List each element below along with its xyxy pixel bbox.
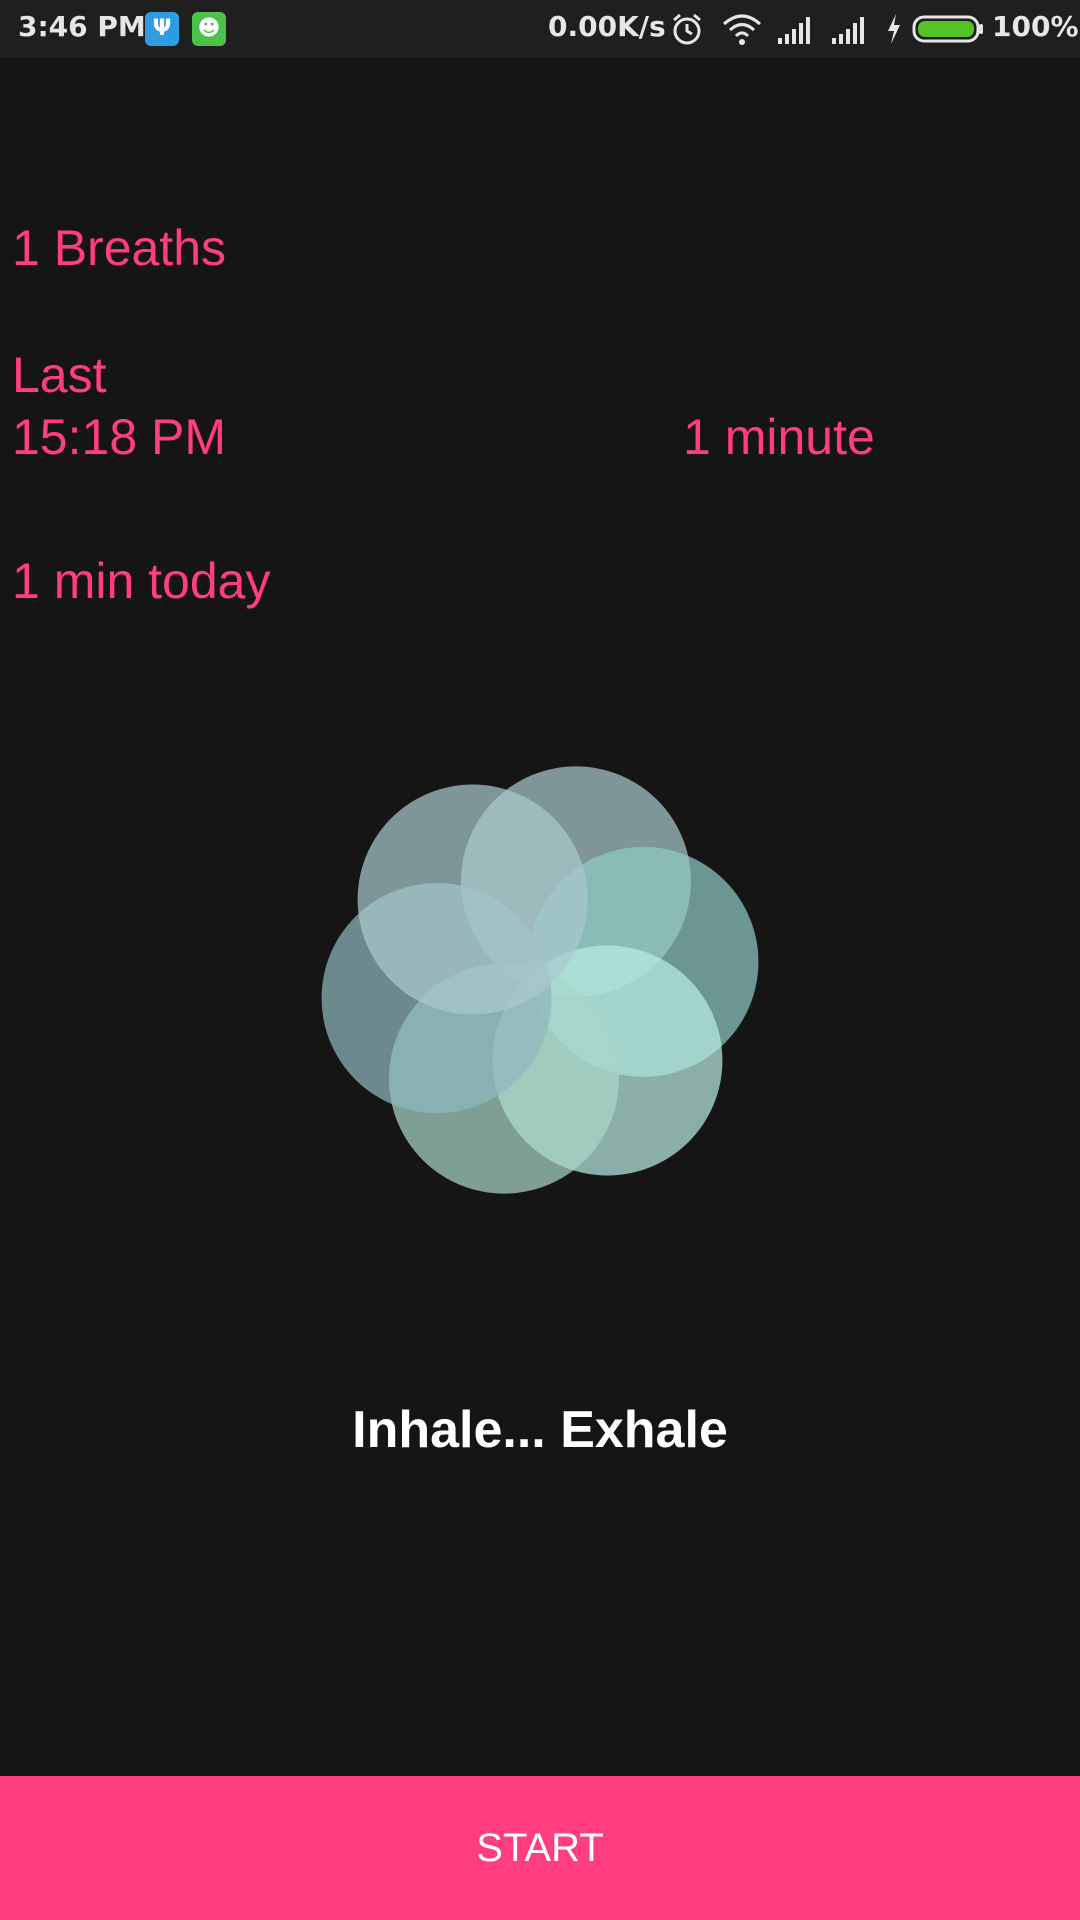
breaths-count: 1 Breaths	[12, 220, 227, 276]
breathing-prompt: Inhale... Exhale	[352, 1401, 728, 1459]
battery-percent: 100%	[992, 10, 1079, 43]
today-total: 1 min today	[12, 553, 271, 609]
flower-petal	[357, 784, 588, 1015]
network-speed: 0.00K/s	[548, 10, 666, 43]
wifi-icon	[722, 12, 762, 53]
status-time: 3:46 PM	[18, 10, 146, 43]
last-session-label: Last	[12, 347, 107, 403]
signal-icon	[830, 12, 870, 53]
signal-icon	[776, 12, 816, 53]
battery-icon	[912, 12, 986, 53]
charging-icon	[884, 12, 904, 53]
start-button[interactable]: START	[0, 1776, 1080, 1920]
last-session-duration: 1 minute	[683, 409, 875, 465]
status-bar: 3:46 PM Ψ ☻ 0.00K/s 100%	[0, 0, 1080, 58]
alarm-icon	[670, 12, 704, 53]
breathing-flower	[321, 766, 759, 1194]
breathe-screen: 3:46 PM Ψ ☻ 0.00K/s 100% 1 Breaths Last …	[0, 0, 1080, 1920]
usb-icon: Ψ	[145, 12, 179, 46]
last-session-time: 15:18 PM	[12, 409, 227, 465]
android-icon: ☻	[192, 12, 226, 46]
